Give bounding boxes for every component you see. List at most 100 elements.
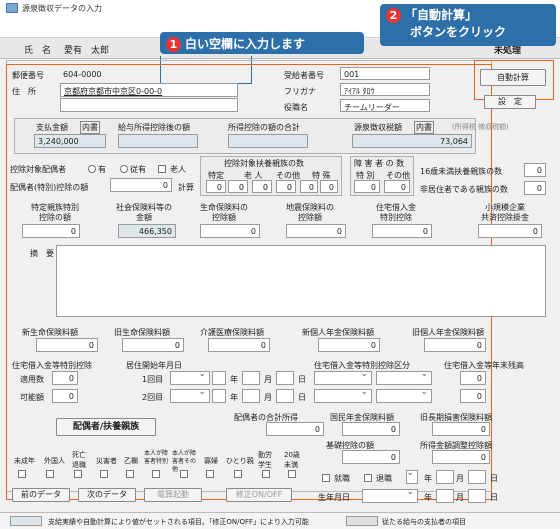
- nonresident-field[interactable]: 0: [524, 181, 546, 195]
- recipient-no-label: 受給者番号: [284, 71, 324, 80]
- flag-check-1[interactable]: [18, 470, 26, 478]
- flag-check-11[interactable]: [288, 470, 296, 478]
- calc-launch-button[interactable]: 電算起動: [144, 488, 202, 502]
- hire-day-field[interactable]: [468, 470, 486, 484]
- memo-label: 摘 要: [30, 249, 54, 258]
- second-day-field[interactable]: [276, 389, 294, 403]
- postal-field[interactable]: 604-0000: [60, 68, 140, 82]
- birth-label: 生年月日: [318, 493, 350, 502]
- birth-era-select[interactable]: [362, 487, 418, 503]
- modify-toggle-button[interactable]: 修正ON/OFF: [226, 488, 292, 502]
- flag-check-6[interactable]: [152, 470, 160, 478]
- first-era-select[interactable]: [170, 369, 210, 385]
- possible-field[interactable]: 0: [52, 389, 78, 403]
- spouse-old-label: 老人: [170, 165, 186, 174]
- hire-year-unit: 年: [424, 474, 432, 483]
- flag-label-11: 20歳未満: [284, 451, 300, 469]
- row4-field-4[interactable]: 0: [318, 338, 380, 352]
- applicable-field[interactable]: 0: [52, 371, 78, 385]
- row3-field-4[interactable]: 0: [286, 224, 346, 238]
- address-field-2[interactable]: [60, 98, 238, 112]
- row4-label-1: 新生命保険料額: [22, 328, 78, 337]
- category-select-2b[interactable]: [376, 387, 432, 403]
- flag-check-3[interactable]: [74, 470, 82, 478]
- prev-data-button[interactable]: 前のデータ: [12, 488, 70, 502]
- category-select-1b[interactable]: [376, 369, 432, 385]
- dis-field-2[interactable]: 0: [384, 180, 410, 193]
- payment-field[interactable]: 3,240,000: [34, 134, 106, 148]
- spouse-yes-radio[interactable]: [88, 165, 96, 173]
- memo-textarea[interactable]: [56, 245, 546, 317]
- hire-check[interactable]: [322, 474, 330, 482]
- flag-check-5[interactable]: [126, 470, 134, 478]
- spouse-amount-field[interactable]: 0: [110, 178, 172, 192]
- dep-field-3[interactable]: 0: [252, 180, 272, 193]
- auto-calc-button[interactable]: 自動計算: [480, 69, 546, 86]
- flag-check-2[interactable]: [46, 470, 54, 478]
- flag-check-7[interactable]: [180, 470, 188, 478]
- dependents-button[interactable]: 配偶者/扶養親族: [56, 418, 156, 436]
- row4-field-3[interactable]: 0: [208, 338, 270, 352]
- flag-label-4: 災害者: [96, 457, 117, 465]
- row4-field-2[interactable]: 0: [122, 338, 184, 352]
- furigana-field[interactable]: ｱｲｱﾙ ﾀﾛｳ: [340, 83, 430, 96]
- row4-label-2: 旧生命保険料額: [114, 328, 170, 337]
- dep-field-1[interactable]: 0: [206, 180, 226, 193]
- row4-field-1[interactable]: 0: [36, 338, 98, 352]
- old-longterm-field[interactable]: 0: [432, 422, 490, 436]
- first-day-field[interactable]: [276, 371, 294, 385]
- next-data-button[interactable]: 次のデータ: [78, 488, 136, 502]
- row4-label-4: 新個人年金保険料額: [302, 328, 374, 337]
- first-year-field[interactable]: [212, 371, 226, 385]
- flag-check-9[interactable]: [234, 470, 242, 478]
- legend-auto-swatch: [10, 516, 42, 526]
- furigana-label: フリガナ: [284, 87, 316, 96]
- basic-deduction-field[interactable]: 0: [342, 450, 400, 464]
- recipient-no-field[interactable]: 001: [340, 67, 430, 80]
- dis-field-1[interactable]: 0: [354, 180, 380, 193]
- second-month-unit: 月: [264, 393, 272, 402]
- year-end-field-1[interactable]: 0: [460, 371, 486, 385]
- settings-button[interactable]: 設 定: [484, 95, 536, 109]
- possible-label: 可能額: [20, 393, 44, 402]
- dep-field-2[interactable]: 0: [228, 180, 248, 193]
- year-end-field-2[interactable]: 0: [460, 389, 486, 403]
- callout-number-2: 2: [386, 8, 401, 23]
- flag-check-8[interactable]: [206, 470, 214, 478]
- row4-field-5[interactable]: 0: [424, 338, 486, 352]
- dep-field-6[interactable]: 0: [320, 180, 338, 193]
- spouse-mark-radio[interactable]: [120, 165, 128, 173]
- row3-field-6[interactable]: 0: [478, 224, 542, 238]
- second-era-select[interactable]: [170, 387, 210, 403]
- callout-input: 1 白い空欄に入力します: [160, 32, 364, 54]
- hire-era-select[interactable]: [406, 468, 418, 484]
- spouse-income-field[interactable]: 0: [266, 422, 324, 436]
- category-select-1a[interactable]: [314, 369, 372, 385]
- row3-field-5[interactable]: 0: [372, 224, 432, 238]
- birth-day-field[interactable]: [468, 489, 486, 503]
- under16-field[interactable]: 0: [524, 163, 546, 177]
- second-month-field[interactable]: [242, 389, 260, 403]
- hire-month-field[interactable]: [436, 470, 454, 484]
- callout-number-1: 1: [166, 37, 181, 52]
- retire-check[interactable]: [364, 474, 372, 482]
- flag-check-10[interactable]: [262, 470, 270, 478]
- row3-field-3[interactable]: 0: [200, 224, 260, 238]
- flag-check-4[interactable]: [100, 470, 108, 478]
- postal-label: 郵便番号: [12, 71, 44, 80]
- second-year-field[interactable]: [212, 389, 226, 403]
- spouse-old-check[interactable]: [158, 165, 166, 173]
- dep-field-4[interactable]: 0: [276, 180, 296, 193]
- spouse-yes-label: 有: [98, 165, 106, 174]
- dependents-title: 控除対象扶養親族の数: [224, 159, 304, 168]
- position-field[interactable]: チームリーダー: [340, 99, 430, 112]
- row3-label-4b: 控除額: [298, 213, 322, 222]
- pension-field[interactable]: 0: [342, 422, 400, 436]
- address-field[interactable]: 京都府京都市中京区0-00-0: [60, 83, 238, 97]
- adjust-field[interactable]: 0: [432, 450, 490, 464]
- first-month-field[interactable]: [242, 371, 260, 385]
- category-select-2a[interactable]: [314, 387, 372, 403]
- row3-field-1[interactable]: 0: [22, 224, 80, 238]
- dep-field-5[interactable]: 0: [300, 180, 318, 193]
- birth-month-field[interactable]: [436, 489, 454, 503]
